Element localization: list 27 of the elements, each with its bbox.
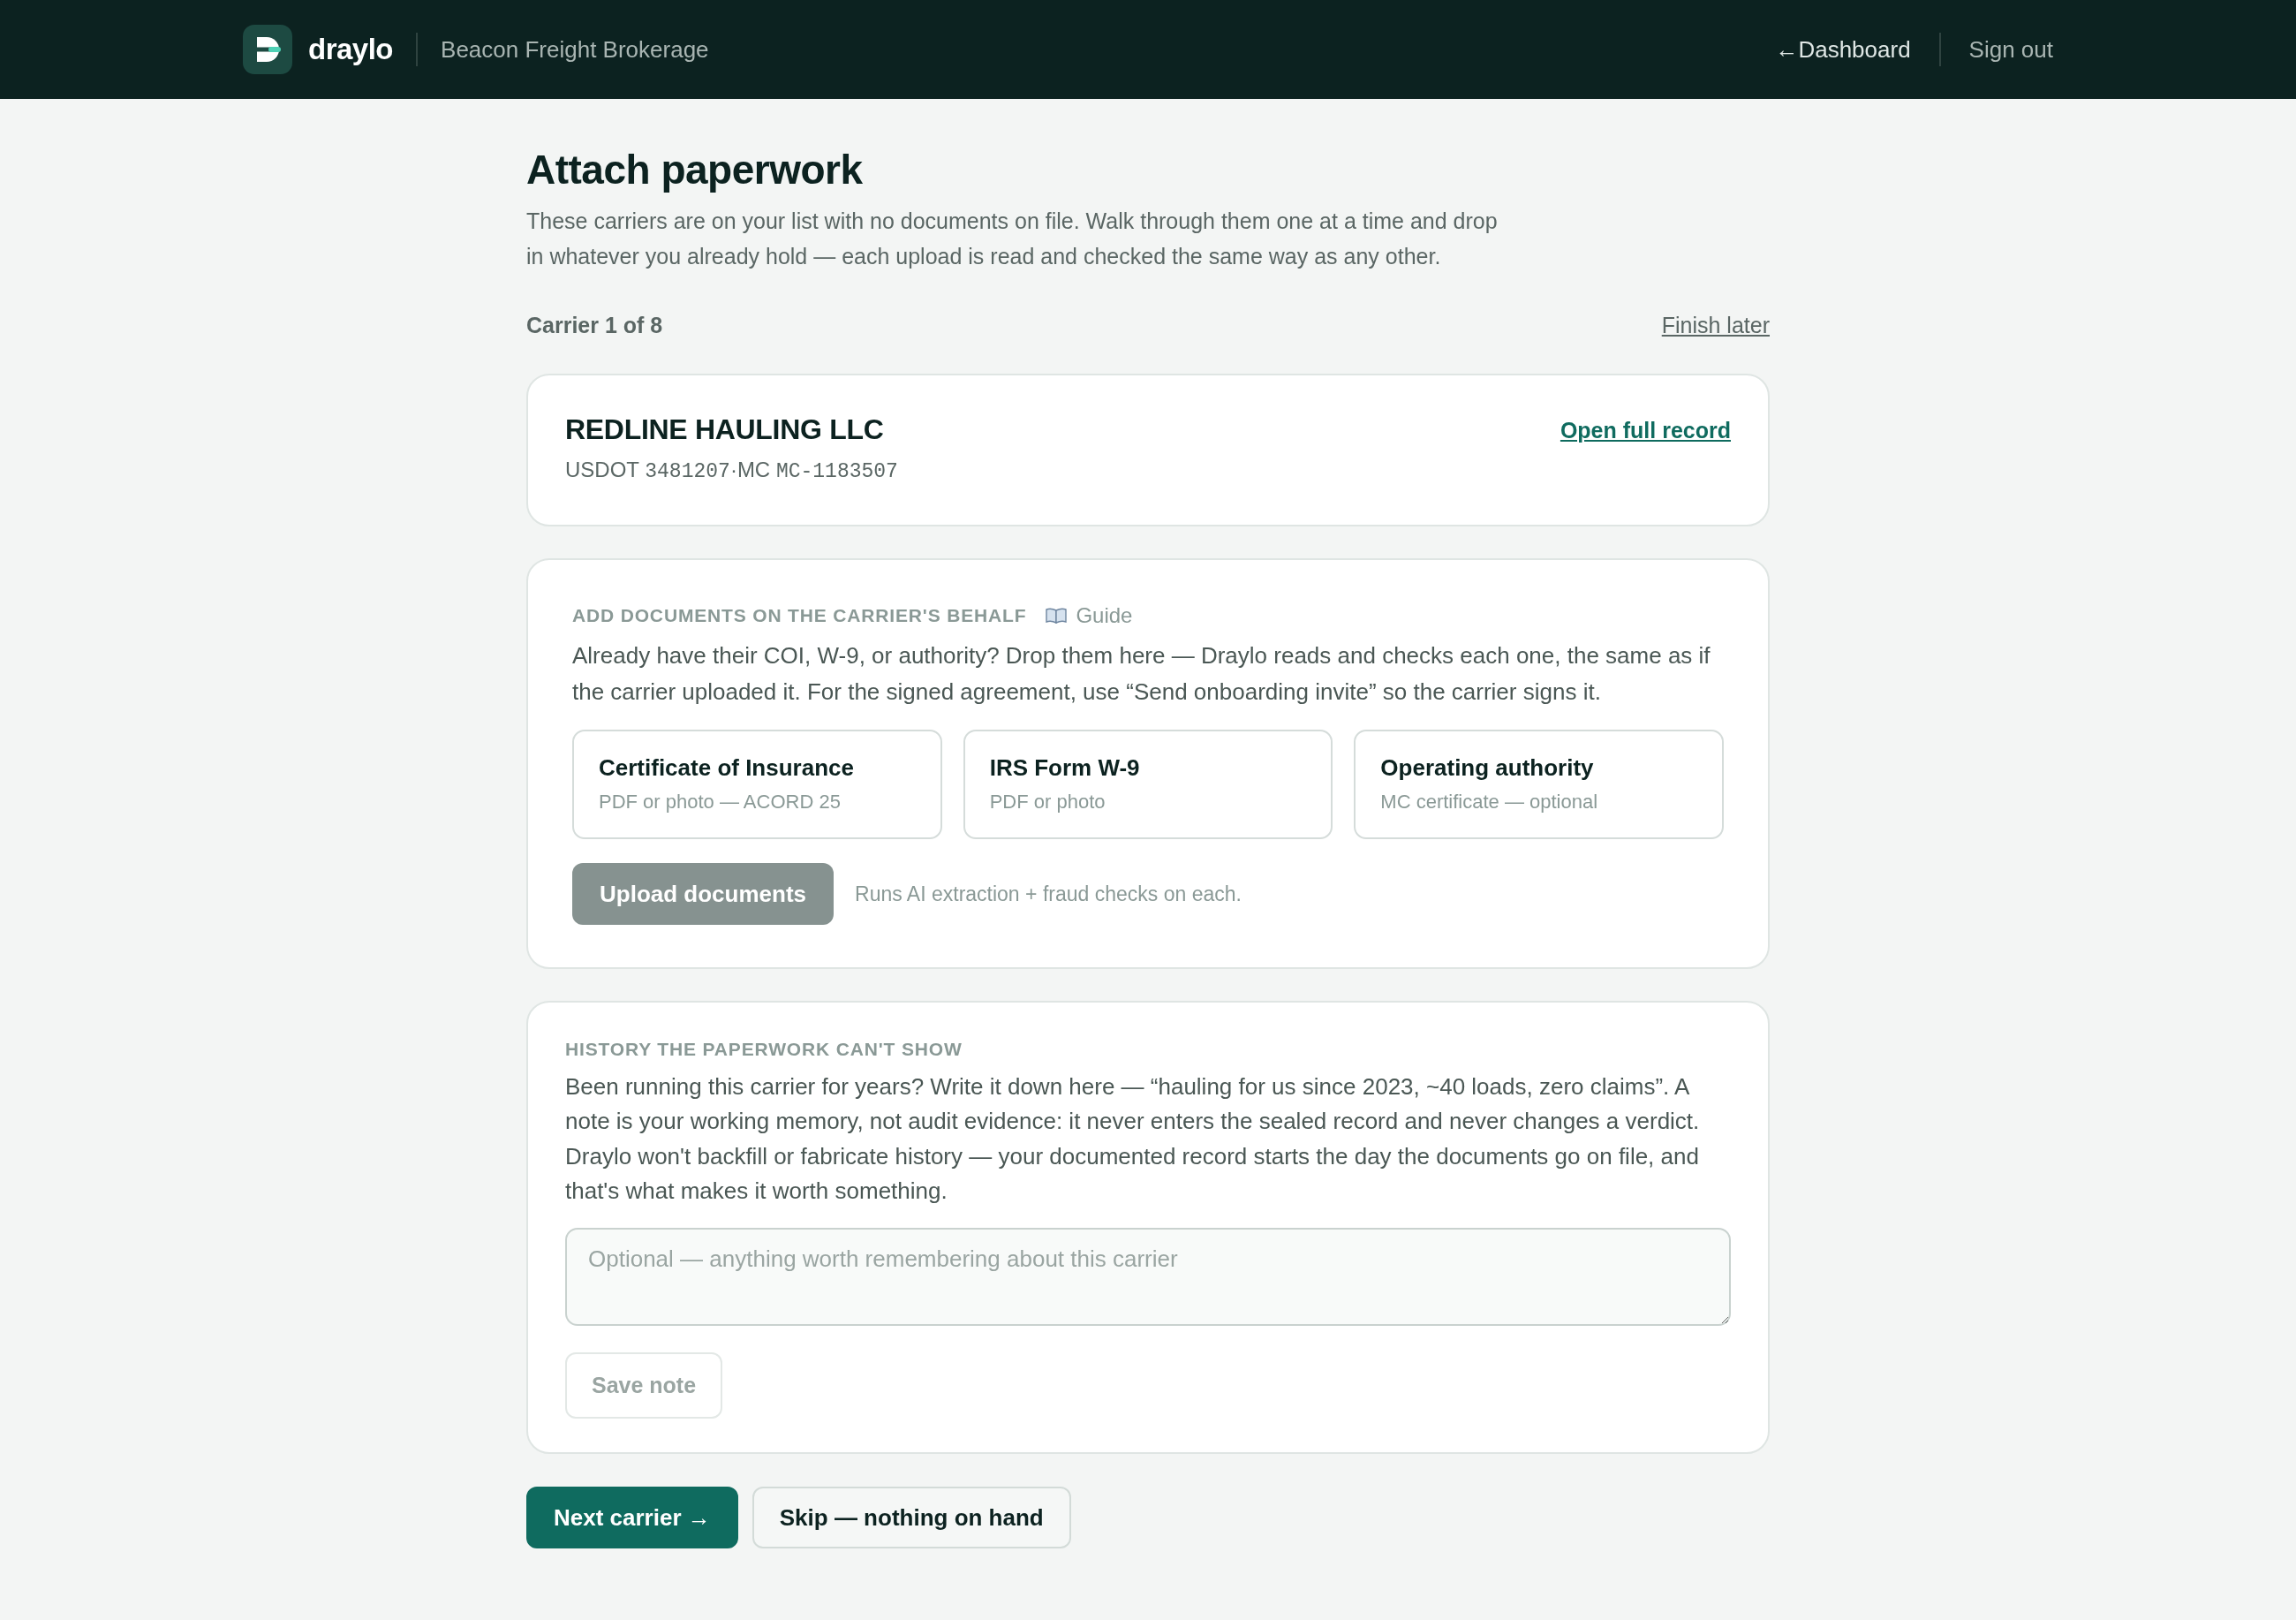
progress-label: Carrier 1 of 8: [526, 312, 663, 338]
skip-button[interactable]: Skip — nothing on hand: [751, 1487, 1071, 1549]
nav-link[interactable]: ←Dashboard: [1775, 35, 1911, 64]
section-heading: ADD DOCUMENTS ON THE CARRIER'S BEHALF: [572, 604, 1027, 627]
document-hint: PDF or photo — ACORD 25: [599, 790, 842, 814]
document-title: Certificate of Insurance: [599, 753, 855, 782]
document-title: IRS Form W-9: [989, 753, 1141, 782]
upload-note: Runs AI extraction + fraud checks on each.: [855, 882, 1242, 906]
open-record-link[interactable]: Open full record: [1560, 418, 1731, 443]
finish-later-link[interactable]: Finish later: [1661, 312, 1770, 338]
document-hint: MC certificate — optional: [1380, 790, 1599, 814]
next-button[interactable]: Next carrier →: [526, 1487, 738, 1549]
intro-text: These carriers are on your list with no documents on file. Walk through them one at a time and drop in whatever you already hold — each upload is read and checked the same way as any other.: [526, 208, 1499, 270]
section-description: Been running this carrier for years? Write it down here — “hauling for us since 2023, ~40 loads, zero claims”. A note is your working memory, not audit evidence: it never enters the sealed record and never changes a verdict. Draylo won't backfill or fabricate history — your documented record starts the day the documents go on file, and that's what makes it worth something.: [565, 1072, 1701, 1206]
carrier-identifiers: USDOT 3481207·MC MC-1183507: [565, 457, 898, 485]
book-icon: [1046, 608, 1068, 624]
company-name: Beacon Freight Brokerage: [441, 35, 709, 64]
section-heading: HISTORY THE PAPERWORK CAN'T SHOW: [565, 1038, 963, 1061]
document-title: Operating authority: [1380, 753, 1595, 782]
brand-wordmark: draylo: [308, 33, 394, 66]
section-description: Already have their COI, W-9, or authority? Drop them here — Draylo reads and checks each one, the same as if the carrier uploaded it. For the signed agreement, use “Send onboarding invite” so the carrier signs it.: [572, 641, 1711, 707]
carrier-name: REDLINE HAULING LLC: [565, 413, 885, 446]
logo-icon: [243, 25, 292, 74]
document-hint: PDF or photo: [989, 790, 1106, 814]
nav-link[interactable]: Sign out: [1968, 35, 2053, 64]
note-field[interactable]: Optional — anything worth remembering about this carrier: [565, 1228, 1731, 1327]
page-title: Attach paperwork: [526, 146, 864, 194]
